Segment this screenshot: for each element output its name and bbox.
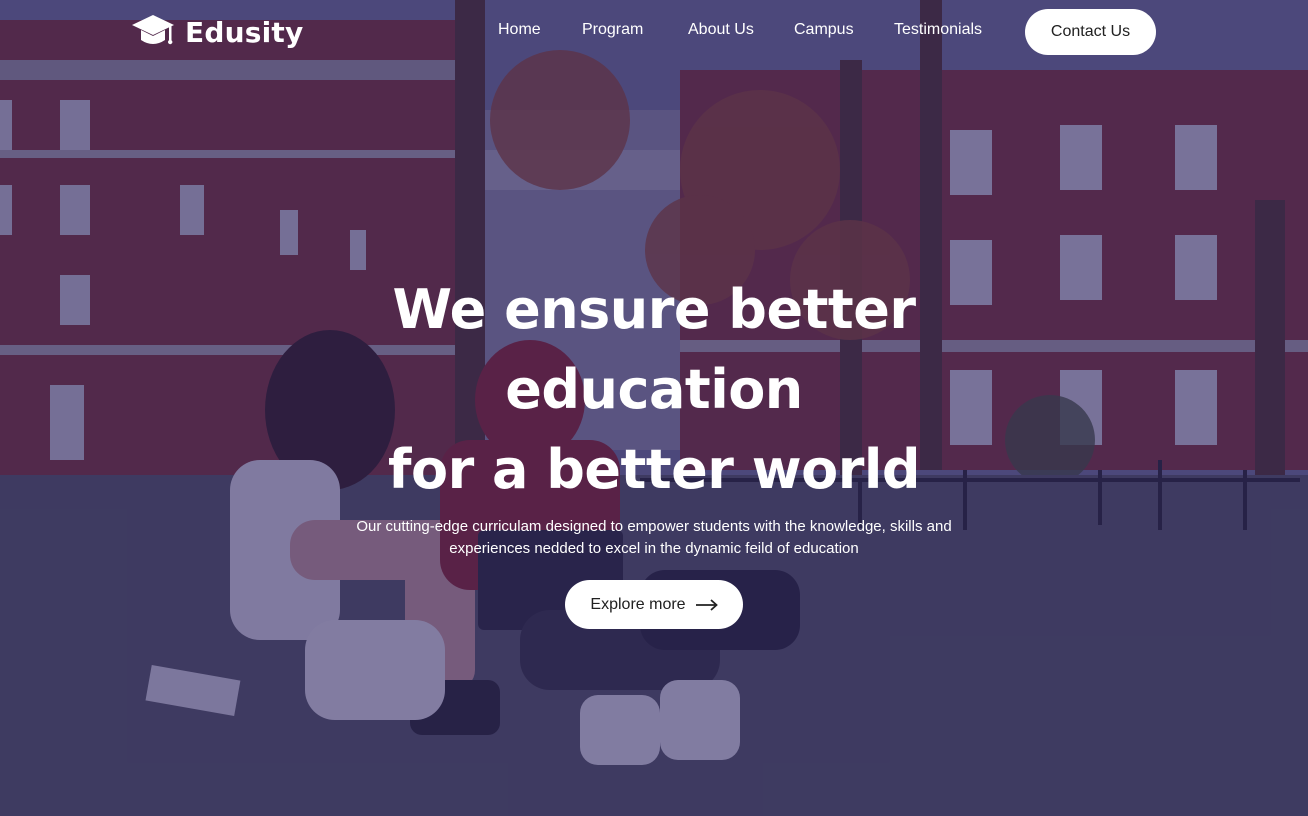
hero-subtitle: Our cutting-edge curriculam designed to … [314, 516, 994, 560]
hero-headline-line-1: We ensure better education [392, 278, 916, 421]
contact-us-button[interactable]: Contact Us [1025, 9, 1156, 55]
hero-headline: We ensure better education for a better … [244, 270, 1064, 510]
hero-section: Edusity Home Program About Us Campus Tes… [0, 0, 1308, 816]
explore-more-label: Explore more [590, 595, 686, 613]
hero-subtitle-line-1: Our cutting-edge curriculam designed to … [356, 518, 952, 535]
explore-more-button[interactable]: Explore more [565, 580, 743, 629]
hero-headline-line-2: for a better world [387, 438, 921, 501]
nav-item-program[interactable]: Program [582, 21, 643, 39]
nav-item-campus[interactable]: Campus [794, 21, 854, 39]
nav-item-home[interactable]: Home [498, 21, 541, 39]
navbar: Edusity Home Program About Us Campus Tes… [0, 0, 1308, 64]
hero-content: We ensure better education for a better … [0, 270, 1308, 629]
nav-item-about-us[interactable]: About Us [688, 21, 754, 39]
nav-item-testimonials[interactable]: Testimonials [894, 21, 982, 39]
arrow-right-icon [695, 598, 718, 611]
hero-subtitle-line-2: experiences nedded to excel in the dynam… [449, 540, 859, 557]
